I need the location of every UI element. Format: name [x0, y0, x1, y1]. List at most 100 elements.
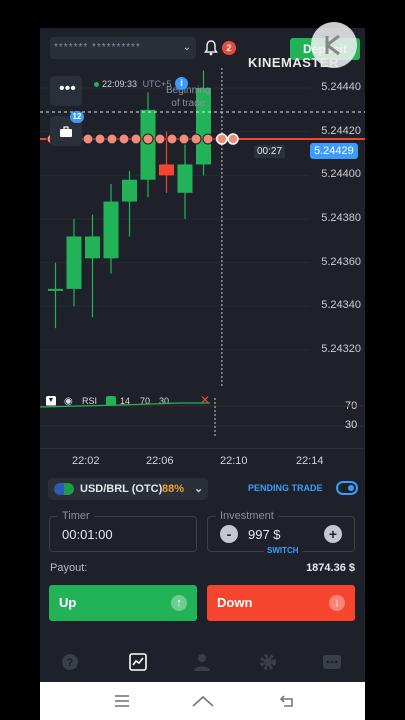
price-tick-label: 5.24440: [321, 81, 361, 93]
system-navigation-bar: [40, 682, 365, 720]
briefcase-icon: [60, 126, 72, 137]
trade-marker: [82, 133, 94, 145]
home-icon[interactable]: [192, 694, 214, 708]
trade-marker: [130, 133, 142, 145]
nav-profile[interactable]: [192, 652, 218, 678]
nav-settings[interactable]: [258, 652, 284, 678]
server-clock: 22:09:33 UTC+5: [94, 79, 171, 89]
bottom-navigation: ?: [40, 648, 365, 682]
gear-icon: [260, 654, 276, 670]
down-button[interactable]: Down ↓: [207, 585, 355, 621]
countdown-label: 00:27: [254, 145, 286, 158]
timer-value: 00:01:00: [62, 527, 113, 542]
nav-help[interactable]: ?: [60, 652, 86, 678]
time-tick-label: 22:02: [72, 455, 100, 467]
currency-flags-icon: [54, 483, 74, 495]
trade-start-tooltip: Beginning of trade: [166, 84, 210, 110]
timer-field[interactable]: Timer 00:01:00: [49, 510, 197, 552]
chart-icon: [129, 653, 147, 671]
payout-row: Payout: 1874.36 $: [50, 562, 355, 574]
candlestick-chart: [40, 68, 365, 388]
price-tick-label: 5.24420: [321, 124, 361, 137]
arrow-up-icon: ↑: [171, 595, 187, 611]
rsi-line: [40, 398, 365, 438]
trading-app: ******* ********** ⌄ 2 Deposit ••• 12 22…: [40, 28, 365, 682]
timer-label: Timer: [58, 510, 94, 522]
tooltip-line-2: of trade: [171, 98, 206, 109]
asset-selector[interactable]: USD/BRL (OTC) 88% ⌄: [48, 478, 208, 500]
up-label: Up: [59, 595, 77, 610]
clock-time: 22:09:33: [102, 79, 138, 89]
price-tick-label: 5.24340: [321, 299, 361, 312]
chevron-down-icon: ⌄: [194, 483, 204, 495]
trade-marker: [178, 133, 190, 145]
price-tick-label: 5.24380: [321, 212, 361, 224]
rsi-axis-lower: 30: [345, 419, 358, 431]
arrow-down-icon: ↓: [329, 595, 345, 611]
back-icon[interactable]: [280, 694, 296, 708]
user-icon: [194, 654, 210, 671]
up-button[interactable]: Up ↑: [49, 585, 197, 621]
time-axis: 22:02 22:06 22:10 22:14: [40, 448, 365, 473]
info-icon[interactable]: i: [175, 77, 188, 90]
price-tick-label: 5.24320: [321, 343, 361, 355]
chart-menu-button[interactable]: •••: [50, 76, 82, 106]
bell-icon: [204, 40, 218, 56]
decrease-investment-button[interactable]: -: [220, 525, 238, 543]
increase-investment-button[interactable]: +: [324, 525, 342, 543]
price-tick-label: 5.24360: [321, 255, 361, 268]
time-tick-label: 22:06: [146, 455, 174, 467]
asset-row: USD/BRL (OTC) 88% ⌄ PENDING TRADE: [48, 478, 358, 500]
trade-marker: [154, 133, 166, 145]
candle-body: [177, 164, 193, 193]
trade-marker: [190, 133, 202, 145]
pending-trade-label[interactable]: PENDING TRADE: [248, 483, 323, 493]
investment-value: 997 $: [248, 527, 281, 542]
kinemaster-watermark: KINEMASTER: [248, 55, 339, 70]
asset-payout-percent: 88%: [162, 483, 185, 495]
trade-marker-active: [216, 133, 228, 145]
candle-body: [66, 236, 82, 289]
payout-label: Payout:: [50, 562, 88, 574]
nav-trading[interactable]: [128, 652, 154, 678]
portfolio-button[interactable]: 12: [50, 111, 84, 146]
trade-marker: [202, 133, 214, 145]
trade-marker: [106, 133, 118, 145]
chevron-down-icon: ⌄: [182, 42, 192, 53]
price-tick-label: 5.24400: [321, 168, 361, 181]
notification-count-badge: 2: [222, 41, 236, 55]
trade-marker-active: [227, 133, 239, 145]
switch-currency-button[interactable]: SWITCH: [264, 546, 302, 555]
kinemaster-k-icon: [325, 34, 340, 56]
current-price-marker: 5.24429: [310, 143, 358, 159]
svg-text:?: ?: [67, 657, 74, 669]
payout-value: 1874.36 $: [306, 562, 355, 574]
time-tick-label: 22:10: [220, 455, 248, 467]
asset-name: USD/BRL (OTC): [80, 483, 163, 495]
more-dots-icon: •••: [59, 80, 76, 97]
candle-body: [85, 236, 100, 259]
help-icon: ?: [62, 654, 78, 670]
tooltip-line-1: Beginning: [166, 85, 211, 96]
price-chart[interactable]: ••• 12 22:09:33 UTC+5 Beginning of trade…: [40, 68, 365, 388]
trade-marker: [142, 133, 154, 145]
down-label: Down: [217, 595, 253, 610]
candle-body: [159, 164, 174, 176]
candle-body: [140, 109, 156, 180]
candle-body: [103, 201, 119, 259]
candle-body: [122, 179, 137, 202]
recent-apps-icon[interactable]: [114, 694, 130, 708]
nav-more[interactable]: [322, 652, 348, 678]
clock-dot-icon: [94, 82, 99, 87]
pending-trade-toggle[interactable]: [336, 481, 358, 495]
investment-label: Investment: [216, 510, 278, 522]
account-selector[interactable]: ******* ********** ⌄: [50, 37, 196, 59]
notifications-button[interactable]: 2: [202, 38, 238, 60]
trade-marker: [166, 133, 178, 145]
trade-marker: [94, 133, 106, 145]
trade-marker: [118, 133, 130, 145]
candle-body: [48, 288, 63, 291]
more-icon: [323, 655, 341, 669]
time-tick-label: 22:14: [296, 455, 324, 467]
account-masked-id: ******* **********: [54, 42, 141, 53]
